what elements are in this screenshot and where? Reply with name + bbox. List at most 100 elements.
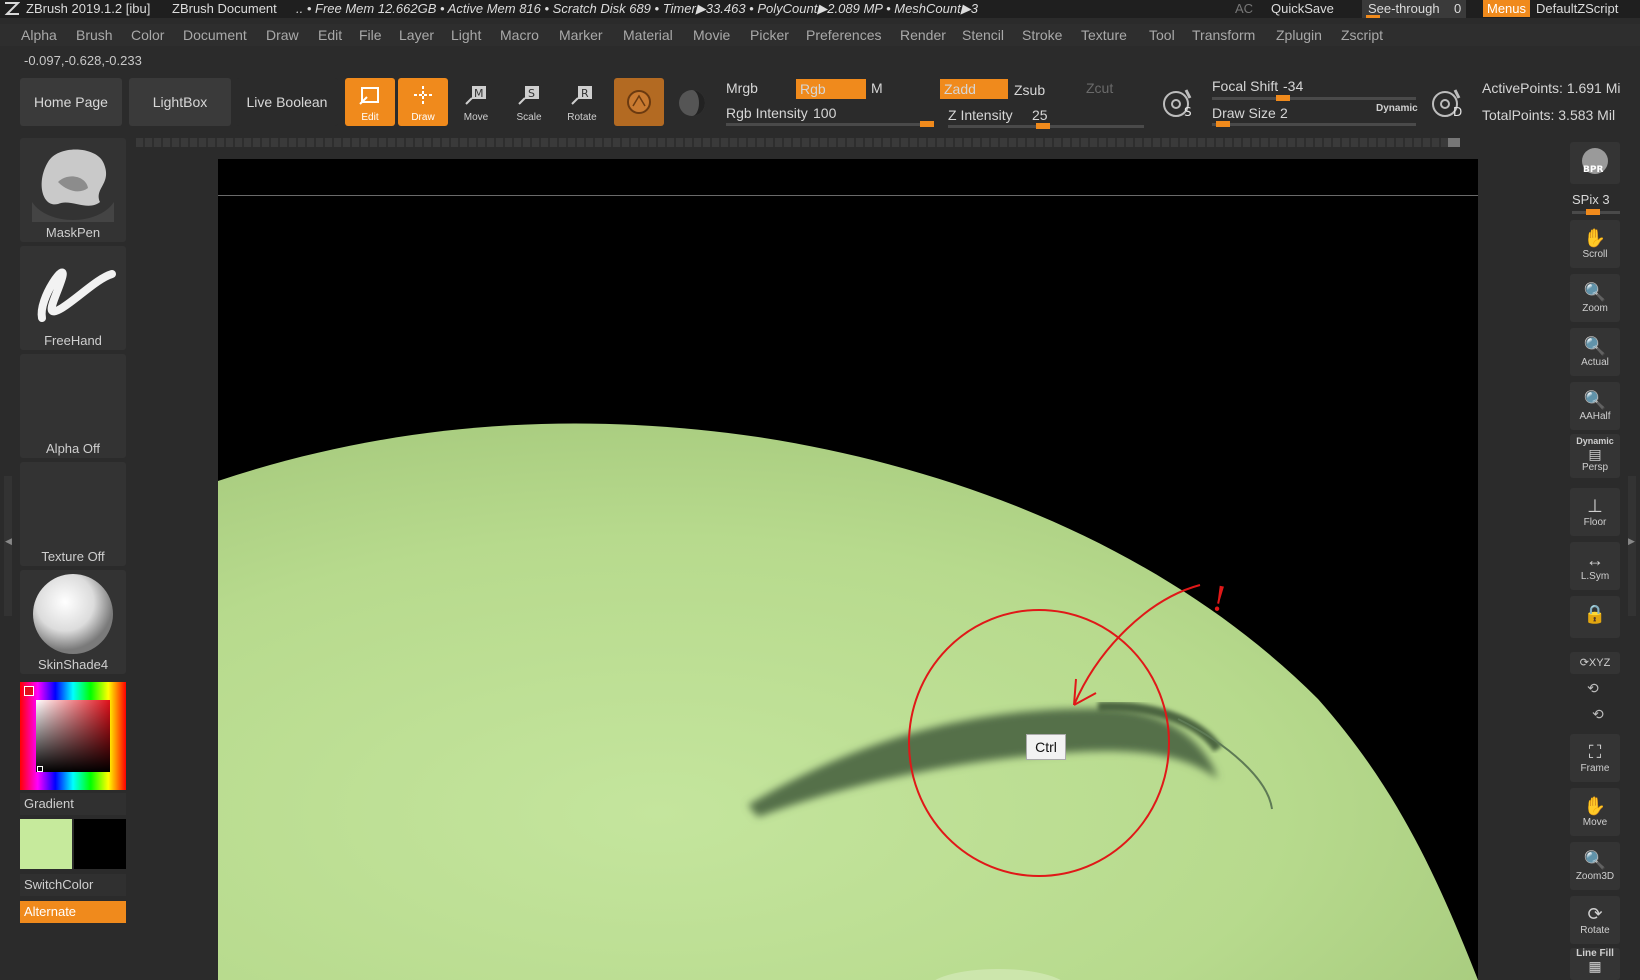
edit-button[interactable]: Edit: [345, 78, 395, 126]
menu-draw[interactable]: Draw: [266, 27, 299, 43]
d-brush-button[interactable]: D: [1426, 78, 1470, 126]
xyz-button[interactable]: ⟳XYZ: [1570, 652, 1620, 674]
scroll-button[interactable]: ✋ Scroll: [1570, 220, 1620, 268]
timeline-bar[interactable]: [136, 138, 1458, 147]
scale-button[interactable]: S Scale: [504, 78, 554, 126]
m-button[interactable]: M: [871, 80, 883, 96]
menu-marker[interactable]: Marker: [559, 27, 603, 43]
document-canvas[interactable]: ! Ctrl: [218, 159, 1478, 980]
quicksave-button[interactable]: QuickSave: [1271, 0, 1334, 17]
menu-transform[interactable]: Transform: [1192, 27, 1255, 43]
z-rotate-icon[interactable]: ⟲: [1592, 706, 1604, 723]
see-through-slider[interactable]: See-through 0: [1362, 0, 1466, 18]
rotate-button[interactable]: R Rotate: [557, 78, 607, 126]
bpr-button[interactable]: BPR: [1570, 142, 1620, 184]
lsym-button[interactable]: ↔ L.Sym: [1570, 542, 1620, 590]
menu-stencil[interactable]: Stencil: [962, 27, 1004, 43]
secondary-color-swatch[interactable]: [74, 819, 126, 869]
brush-slot[interactable]: MaskPen: [20, 138, 126, 242]
menu-layer[interactable]: Layer: [399, 27, 434, 43]
target-d-icon: D: [1426, 88, 1470, 124]
move-button[interactable]: M Move: [451, 78, 501, 126]
rgb-button[interactable]: Rgb: [796, 79, 866, 99]
menu-movie[interactable]: Movie: [693, 27, 730, 43]
mrgb-button[interactable]: Mrgb: [726, 80, 758, 96]
zoom-button[interactable]: 🔍 Zoom: [1570, 274, 1620, 322]
spix-label[interactable]: SPix 3: [1572, 192, 1610, 207]
persp-button[interactable]: Dynamic ▤ Persp: [1570, 434, 1620, 478]
menu-file[interactable]: File: [359, 27, 382, 43]
left-tray-toggle[interactable]: ◀: [4, 476, 12, 616]
zadd-button[interactable]: Zadd: [940, 79, 1008, 99]
rotate-view-icon: ⟳: [1587, 904, 1603, 924]
rgb-intensity-handle[interactable]: [920, 121, 934, 127]
draw-size-slider[interactable]: [1212, 121, 1416, 127]
menu-brush[interactable]: Brush: [76, 27, 113, 43]
s-brush-button[interactable]: S: [1157, 78, 1201, 126]
dynamic-size-button[interactable]: Dynamic: [1376, 103, 1418, 114]
lock-button[interactable]: 🔒: [1570, 596, 1620, 638]
zoom3d-button[interactable]: 🔍 Zoom3D: [1570, 842, 1620, 890]
aahalf-button[interactable]: 🔍 AAHalf: [1570, 382, 1620, 430]
color-picker[interactable]: [20, 682, 126, 790]
color-marker[interactable]: [37, 766, 43, 772]
stroke-slot[interactable]: FreeHand: [20, 246, 126, 350]
line-fill-button[interactable]: Line Fill ▦: [1570, 948, 1620, 980]
texture-slot[interactable]: Texture Off: [20, 462, 126, 566]
zsub-button[interactable]: Zsub: [1014, 82, 1045, 98]
brush-preview-button[interactable]: [614, 78, 664, 126]
zcut-button[interactable]: Zcut: [1086, 80, 1113, 96]
menu-document[interactable]: Document: [183, 27, 247, 43]
frame-button[interactable]: ⛶ Frame: [1570, 734, 1620, 782]
menu-picker[interactable]: Picker: [750, 27, 789, 43]
timeline-handle[interactable]: [1448, 138, 1460, 147]
spix-slider[interactable]: [1572, 209, 1620, 215]
live-boolean-button[interactable]: Live Boolean: [236, 78, 338, 126]
menu-texture[interactable]: Texture: [1081, 27, 1127, 43]
z-intensity-slider[interactable]: [948, 123, 1144, 129]
magnifier-zoom-icon: 🔍: [1583, 282, 1607, 302]
ac-button[interactable]: AC: [1235, 0, 1253, 17]
material-sphere-button[interactable]: [667, 78, 717, 126]
lightbox-button[interactable]: LightBox: [129, 78, 231, 126]
gradient-button[interactable]: Gradient: [20, 793, 126, 815]
hue-marker[interactable]: [24, 686, 34, 696]
material-slot[interactable]: SkinShade4: [20, 570, 126, 674]
rgb-intensity-slider[interactable]: [726, 121, 934, 127]
menu-edit[interactable]: Edit: [318, 27, 342, 43]
menu-macro[interactable]: Macro: [500, 27, 539, 43]
spix-handle[interactable]: [1586, 209, 1600, 215]
menu-zplugin[interactable]: Zplugin: [1276, 27, 1322, 43]
color-saturation-square[interactable]: [36, 700, 110, 772]
draw-button[interactable]: Draw: [398, 78, 448, 126]
z-intensity-handle[interactable]: [1036, 123, 1050, 129]
y-rotate-icon[interactable]: ⟲: [1587, 680, 1599, 697]
alpha-slot[interactable]: Alpha Off: [20, 354, 126, 458]
menu-stroke[interactable]: Stroke: [1022, 27, 1062, 43]
home-page-button[interactable]: Home Page: [20, 78, 122, 126]
actual-button[interactable]: 🔍 Actual: [1570, 328, 1620, 376]
focal-shift-handle[interactable]: [1276, 95, 1290, 101]
menu-alpha[interactable]: Alpha: [21, 27, 57, 43]
sculpt-model[interactable]: [218, 423, 1478, 980]
right-tray-toggle[interactable]: ▶: [1628, 476, 1636, 616]
primary-color-swatch[interactable]: [20, 819, 72, 869]
default-zscript-button[interactable]: DefaultZScript: [1536, 0, 1618, 17]
menu-material[interactable]: Material: [623, 27, 673, 43]
move-view-button[interactable]: ✋ Move: [1570, 788, 1620, 836]
menu-zscript[interactable]: Zscript: [1341, 27, 1383, 43]
menu-light[interactable]: Light: [451, 27, 481, 43]
menu-color[interactable]: Color: [131, 27, 164, 43]
focal-shift-slider[interactable]: [1212, 95, 1416, 101]
menu-preferences[interactable]: Preferences: [806, 27, 881, 43]
rotate-view-button[interactable]: ⟳ Rotate: [1570, 896, 1620, 944]
draw-size-handle[interactable]: [1216, 121, 1230, 127]
chevron-right-icon: ▶: [1628, 536, 1635, 546]
floor-button[interactable]: ⊥ Floor: [1570, 488, 1620, 536]
alternate-button[interactable]: Alternate: [20, 901, 126, 923]
see-through-handle[interactable]: [1366, 15, 1380, 18]
switch-color-button[interactable]: SwitchColor: [20, 874, 126, 896]
menus-button[interactable]: Menus: [1483, 0, 1531, 17]
menu-render[interactable]: Render: [900, 27, 946, 43]
menu-tool[interactable]: Tool: [1149, 27, 1175, 43]
